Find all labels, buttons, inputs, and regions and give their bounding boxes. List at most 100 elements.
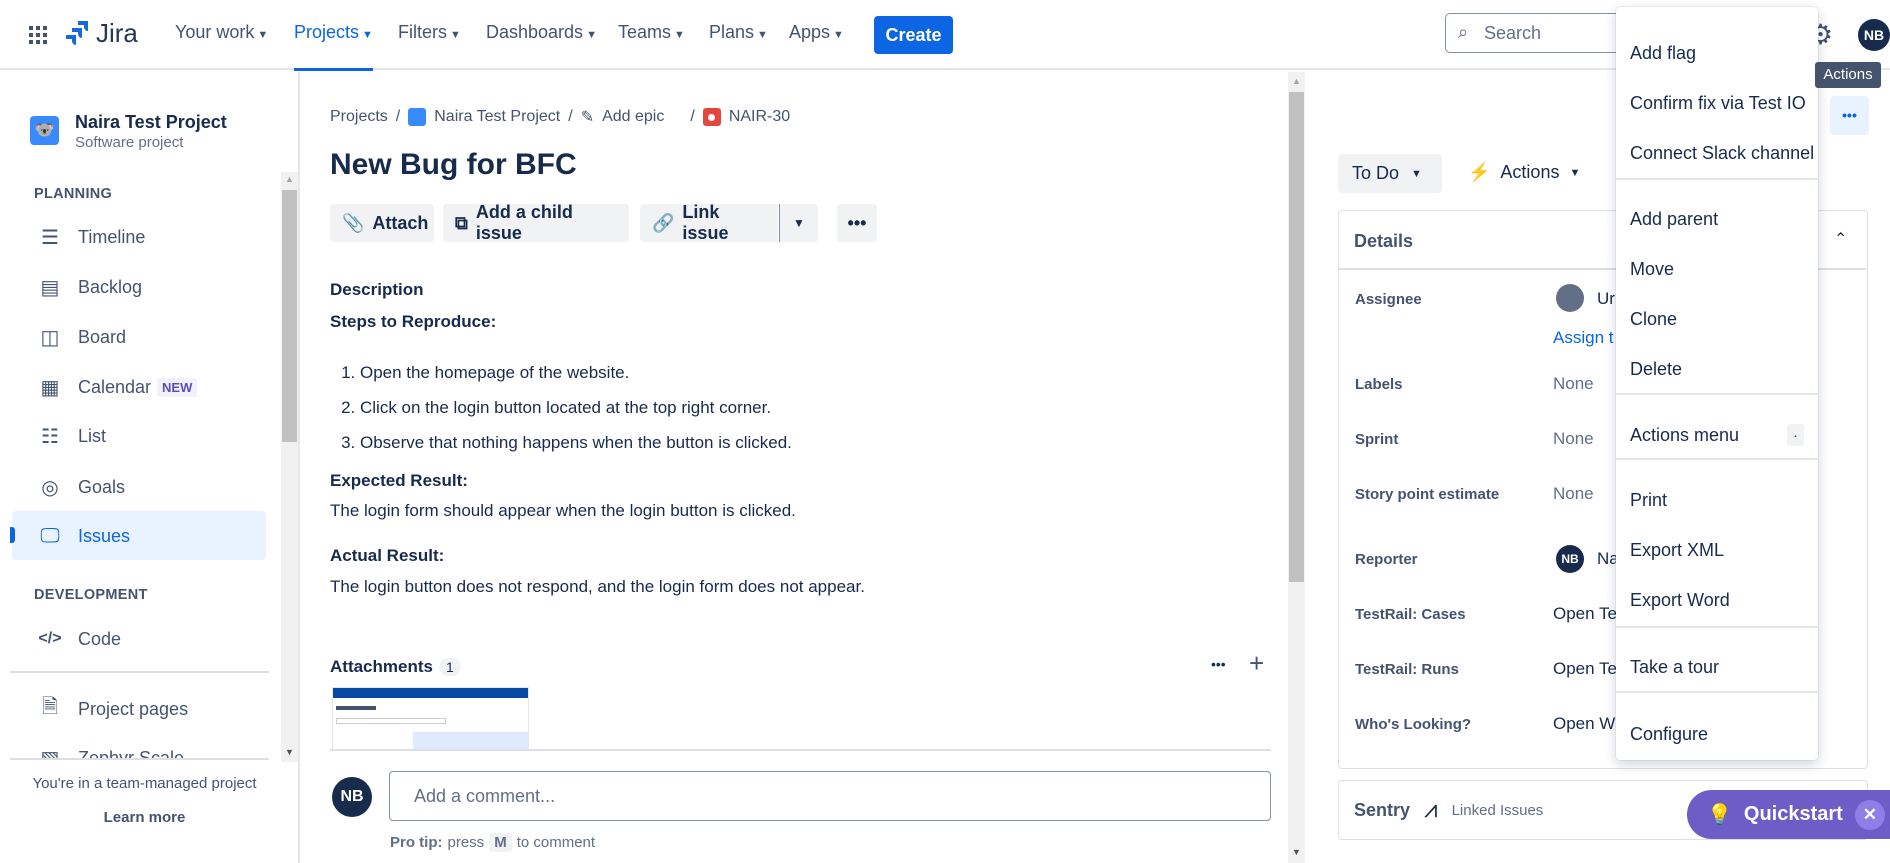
menu-item-label: Actions menu [1630,425,1740,445]
divider [10,758,269,760]
calendar-icon: ▦ [40,376,60,399]
sidebar-scrollbar[interactable]: ▲ ▼ [281,172,298,762]
step-item: Open the homepage of the website. [360,355,792,390]
code-icon: </> [38,630,62,647]
separator: / [395,108,401,125]
project-name[interactable]: Naira Test Project [75,112,227,133]
nav-filters[interactable]: Filters ▼ [398,22,461,43]
separator: / [568,108,573,125]
profile-avatar[interactable]: NB [1858,19,1890,51]
breadcrumb-projects[interactable]: Projects [330,108,388,126]
board-icon: ◫ [40,326,60,349]
sprint-value[interactable]: None [1553,429,1594,449]
step-item: Observe that nothing happens when the bu… [360,425,792,460]
app-switcher-icon[interactable] [29,26,47,44]
learn-more-link[interactable]: Learn more [0,809,289,826]
menu-divider [1616,178,1818,180]
issue-more-button[interactable]: ••• [1830,96,1869,135]
menu-item-export-word[interactable]: Export Word [1616,579,1818,623]
main-scrollbar[interactable]: ▲ ▼ [1288,72,1305,863]
search-placeholder: Search [1484,23,1542,43]
sidebar-item-label: Calendar [78,376,152,397]
add-child-issue-button[interactable]: ⧉ Add a child issue [443,202,629,243]
breadcrumb-project[interactable]: Naira Test Project [434,108,560,126]
sidebar-item-issues[interactable]: 🖵 Issues [36,516,130,556]
keyboard-key: M [489,833,512,852]
assign-to-me-link[interactable]: Assign t [1553,328,1613,348]
sidebar-item-calendar[interactable]: ▦ Calendar NEW [36,367,198,407]
issues-icon: 🖵 [40,524,60,547]
jira-logo[interactable]: Jira [64,18,138,49]
menu-item-export-xml[interactable]: Export XML [1616,529,1818,573]
menu-item-connect-slack[interactable]: Connect Slack channel [1616,132,1818,176]
menu-item-add-parent[interactable]: Add parent [1616,198,1818,242]
labels-label: Labels [1355,376,1403,393]
nav-apps[interactable]: Apps ▼ [789,22,844,43]
testrail-runs-value[interactable]: Open Te [1553,659,1617,679]
sidebar-item-zephyr[interactable]: ▧ Zephyr Scale [36,740,185,759]
sidebar-item-project-pages[interactable]: 🗎 Project pages [36,689,188,729]
attachment-thumbnail[interactable] [332,687,529,750]
scroll-down-arrow[interactable]: ▼ [285,747,294,757]
nav-teams[interactable]: Teams ▼ [618,22,685,43]
divider [10,671,269,673]
menu-item-configure[interactable]: Configure [1616,713,1818,757]
menu-item-print[interactable]: Print [1616,479,1818,523]
menu-item-confirm-fix[interactable]: Confirm fix via Test IO [1616,82,1818,126]
scroll-down-arrow[interactable]: ▼ [1292,847,1301,857]
collapse-chevron-icon[interactable]: ⌃ [1834,229,1847,249]
add-attachment-icon[interactable]: + [1249,648,1264,679]
details-header[interactable]: Details [1354,231,1413,252]
menu-item-add-flag[interactable]: Add flag [1616,32,1818,76]
testrail-cases-value[interactable]: Open Te [1553,604,1617,624]
nav-label: Apps [789,22,831,42]
quickstart-button[interactable]: 💡 Quickstart ✕ [1687,790,1890,839]
comment-input[interactable]: Add a comment... [389,771,1271,821]
project-icon [408,108,427,126]
labels-value[interactable]: None [1553,374,1594,394]
scroll-thumb[interactable] [282,190,297,442]
more-actions-button[interactable]: ••• [837,204,877,242]
story-points-value[interactable]: None [1553,484,1594,504]
scroll-up-arrow[interactable]: ▲ [1292,76,1301,86]
nav-your-work[interactable]: Your work ▼ [175,22,268,43]
actions-dropdown[interactable]: ⚡ Actions ▼ [1468,162,1580,183]
sidebar-item-board[interactable]: ◫ Board [36,317,127,357]
reporter-label: Reporter [1355,551,1418,568]
nav-dashboards[interactable]: Dashboards ▼ [486,22,597,43]
link-issue-button[interactable]: 🔗 Link issue [640,202,778,243]
team-managed-text: You're in a team-managed project [32,775,257,792]
menu-item-clone[interactable]: Clone [1616,298,1818,342]
whos-looking-value[interactable]: Open W [1553,714,1615,734]
link-issue-dropdown[interactable]: ▼ [779,204,818,242]
status-dropdown[interactable]: To Do ▼ [1338,154,1442,193]
attach-button[interactable]: 📎 Attach [330,204,434,242]
nav-plans[interactable]: Plans ▼ [709,22,768,43]
menu-item-delete[interactable]: Delete [1616,348,1818,392]
attachments-more-icon[interactable]: ••• [1211,656,1226,672]
scroll-up-arrow[interactable]: ▲ [285,174,294,184]
menu-divider [1616,691,1818,693]
sidebar-item-code[interactable]: </> Code [36,619,121,659]
menu-item-actions-menu[interactable]: Actions menu. [1616,414,1818,458]
assignee-value[interactable]: Ur [1597,289,1615,309]
menu-item-move[interactable]: Move [1616,248,1818,292]
close-icon[interactable]: ✕ [1854,799,1885,830]
sidebar-item-goals[interactable]: ◎ Goals [36,467,125,507]
issue-key[interactable]: NAIR-30 [729,108,790,126]
menu-item-take-tour[interactable]: Take a tour [1616,646,1818,690]
add-epic-link[interactable]: Add epic [602,108,664,126]
sidebar-item-backlog[interactable]: ▤ Backlog [36,267,143,307]
nav-label: Filters [398,22,447,42]
scroll-thumb[interactable] [1289,92,1304,582]
actions-label: Actions [1500,162,1560,182]
sidebar-item-label: Backlog [78,276,143,297]
sidebar-item-list[interactable]: ☷ List [36,416,106,456]
button-label: Attach [372,212,429,233]
nav-label: Plans [709,22,755,42]
issue-title[interactable]: New Bug for BFC [330,148,577,182]
nav-projects[interactable]: Projects ▼ [294,22,373,71]
create-button[interactable]: Create [874,16,953,54]
sidebar-item-timeline[interactable]: ☰ Timeline [36,217,145,257]
pro-tip-text: to comment [516,834,596,851]
